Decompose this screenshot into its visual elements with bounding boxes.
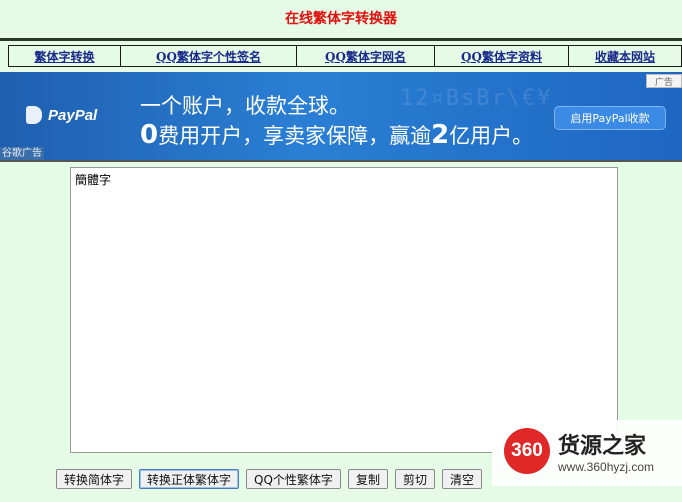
site-name: 货源之家 (558, 434, 647, 459)
nav-link-qq-profile[interactable]: QQ繁体字资料 (435, 46, 569, 66)
page-title: 在线繁体字转换器 (285, 11, 397, 27)
qq-traditional-button[interactable]: QQ个性繁体字 (246, 469, 341, 489)
to-simplified-button[interactable]: 转换简体字 (56, 469, 133, 489)
ad-subline-number: 2 (431, 120, 450, 150)
ad-cta-button[interactable]: 启用PayPal收款 (554, 106, 666, 130)
nav-link-qq-nickname[interactable]: QQ繁体字网名 (297, 46, 435, 66)
site-logo: 360 (504, 428, 550, 474)
paypal-brand-text: PayPal (48, 106, 98, 124)
ad-subline-zero: 0 (140, 120, 159, 150)
ad-tag[interactable]: 广告 (646, 74, 682, 88)
paypal-logo: PayPal (26, 106, 97, 124)
ad-credit[interactable]: 谷歌广告 (0, 147, 44, 160)
nav-row: 繁体字转换 QQ繁体字个性签名 QQ繁体字网名 QQ繁体字资料 收藏本网站 (8, 45, 682, 67)
copy-button[interactable]: 复制 (347, 469, 388, 489)
action-buttons: 转换简体字 转换正体繁体字 QQ个性繁体字 复制 剪切 清空 (56, 469, 482, 489)
site-url: www.360hyzj.com (558, 460, 655, 474)
paypal-icon (26, 106, 42, 124)
conversion-textarea[interactable]: 簡體字 (70, 167, 618, 453)
ad-subline-middle: 费用开户，享卖家保障，赢逾 (158, 124, 432, 148)
nav-link-bookmark-site[interactable]: 收藏本网站 (569, 46, 681, 66)
cut-button[interactable]: 剪切 (394, 469, 435, 489)
ad-background-text: 12¤BsBr\€¥ (400, 86, 553, 111)
clear-button[interactable]: 清空 (441, 469, 482, 489)
to-traditional-button[interactable]: 转换正体繁体字 (139, 469, 240, 489)
ad-headline: 一个账户，收款全球。 (140, 94, 350, 118)
nav-bar: 繁体字转换 QQ繁体字个性签名 QQ繁体字网名 QQ繁体字资料 收藏本网站 (0, 38, 682, 68)
ad-subline-suffix: 亿用户。 (449, 124, 534, 148)
site-watermark: 360 货源之家 www.360hyzj.com (492, 420, 682, 486)
ad-subline: 0费用开户，享卖家保障，赢逾2亿用户。 (140, 120, 533, 150)
nav-link-traditional-converter[interactable]: 繁体字转换 (9, 46, 121, 66)
nav-link-qq-signature[interactable]: QQ繁体字个性签名 (121, 46, 297, 66)
